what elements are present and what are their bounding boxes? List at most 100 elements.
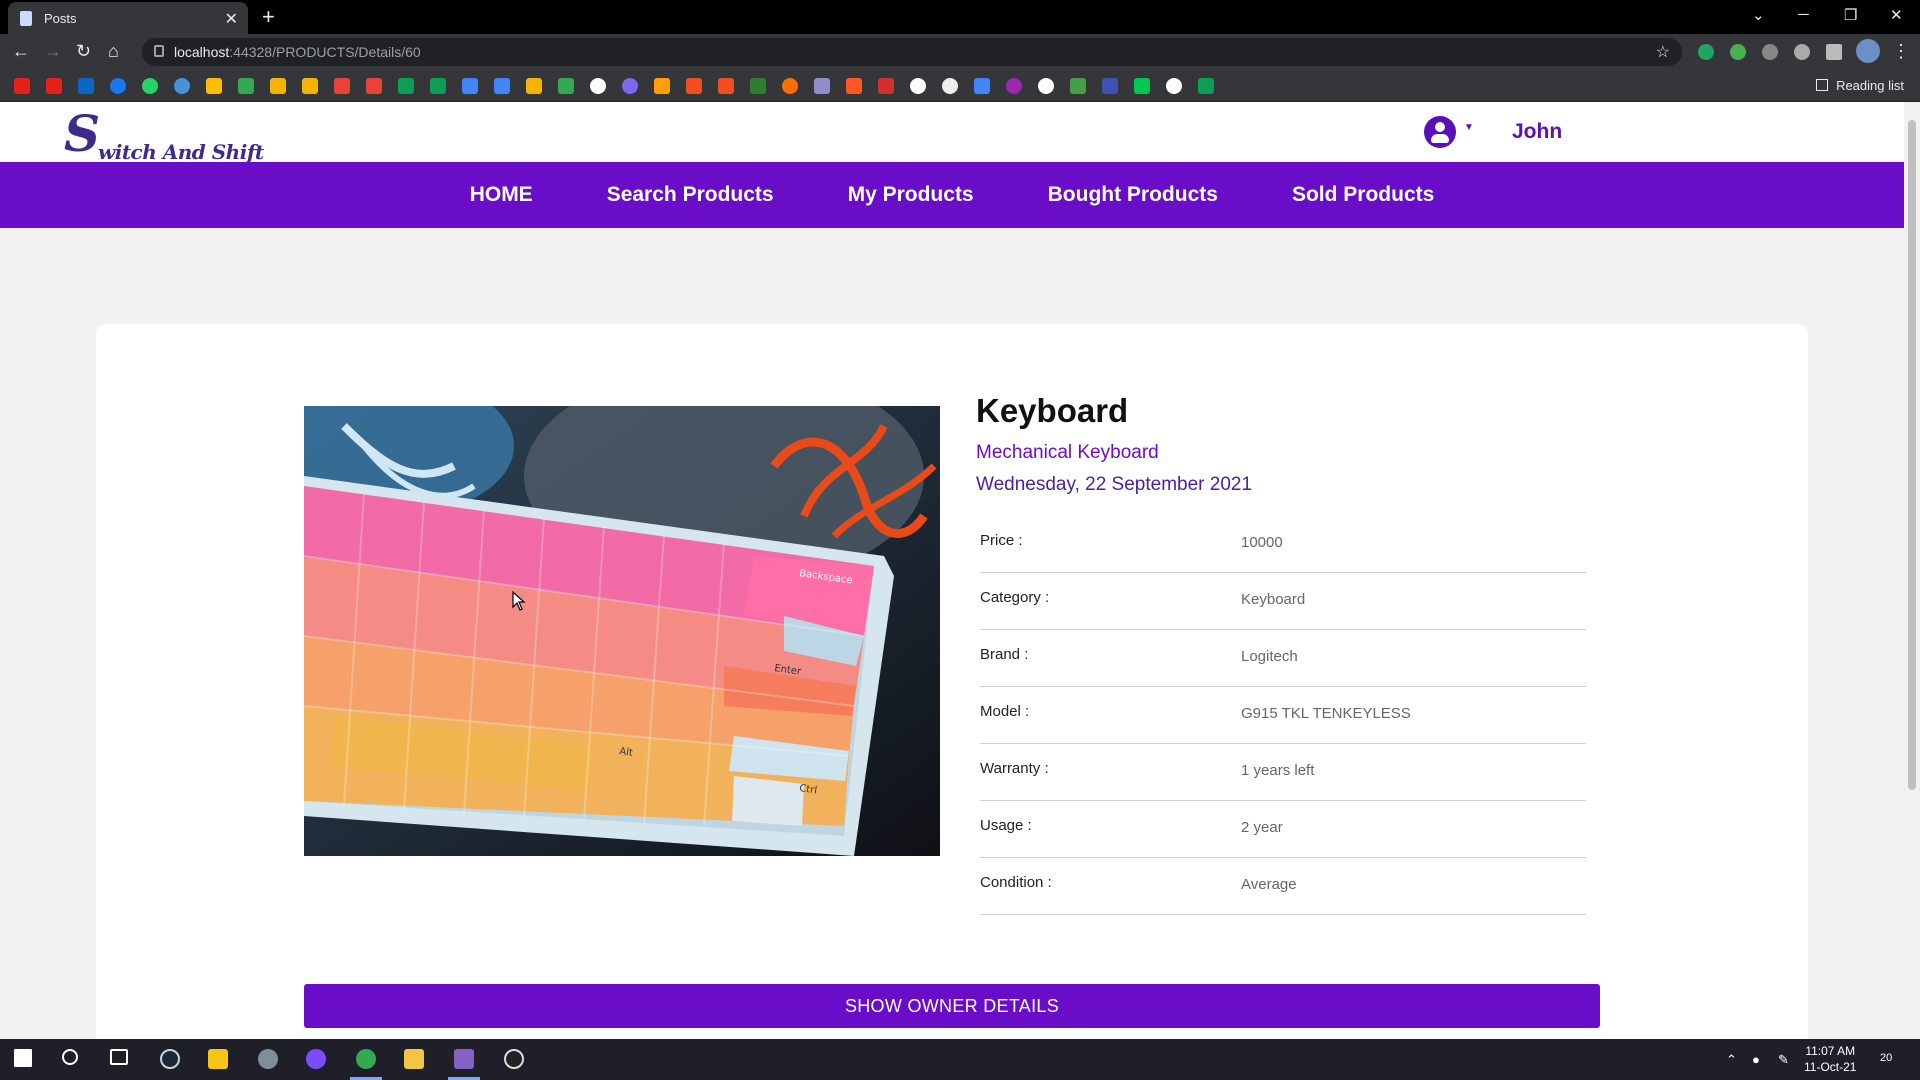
site-logo[interactable]: S witch And Shift xyxy=(64,104,264,164)
close-tab-icon[interactable]: ✕ xyxy=(225,9,238,29)
bookmark-icon[interactable] xyxy=(526,78,542,94)
youtube-bookmark-icon[interactable] xyxy=(14,78,30,94)
bookmark-icon[interactable] xyxy=(270,78,286,94)
linkedin-bookmark-icon[interactable] xyxy=(78,78,94,94)
bookmark-icon[interactable] xyxy=(1070,78,1086,94)
home-icon[interactable]: ⌂ xyxy=(108,41,119,62)
user-account-icon[interactable] xyxy=(1424,116,1456,148)
app-icon[interactable] xyxy=(258,1049,278,1069)
github-bookmark-icon[interactable] xyxy=(590,78,606,94)
reading-list[interactable]: Reading list xyxy=(1816,78,1904,93)
nav-bought-products[interactable]: Bought Products xyxy=(1011,183,1255,207)
gmail-bookmark-icon[interactable] xyxy=(366,78,382,94)
spec-label: Condition : xyxy=(980,874,1052,891)
vue-bookmark-icon[interactable] xyxy=(1134,78,1150,94)
extension-icon[interactable] xyxy=(1730,44,1746,60)
file-explorer-icon[interactable] xyxy=(404,1049,424,1069)
bookmark-icon[interactable] xyxy=(750,78,766,94)
tab-title: Posts xyxy=(44,11,77,26)
profile-avatar[interactable] xyxy=(1856,39,1880,63)
restore-icon[interactable]: ❐ xyxy=(1844,6,1857,24)
tab-search-icon[interactable]: ⌄ xyxy=(1752,6,1765,24)
bookmark-icon[interactable] xyxy=(910,78,926,94)
gmail-bookmark-icon[interactable] xyxy=(334,78,350,94)
bookmark-star-icon[interactable]: ☆ xyxy=(1656,42,1670,62)
tray-overflow-icon[interactable]: ⌃ xyxy=(1726,1052,1737,1068)
extension-icon[interactable] xyxy=(1794,44,1810,60)
spec-value: Logitech xyxy=(1241,648,1298,665)
microphone-icon[interactable]: ● xyxy=(1752,1052,1760,1067)
bookmark-icon[interactable] xyxy=(814,78,830,94)
nav-search-products[interactable]: Search Products xyxy=(570,183,811,207)
forward-icon[interactable]: → xyxy=(44,41,62,62)
product-card: Backspace Enter Alt Ctrl Keyboard Mechan… xyxy=(96,324,1808,1039)
github-bookmark-icon[interactable] xyxy=(1166,78,1182,94)
minimize-icon[interactable]: ─ xyxy=(1798,6,1809,23)
main-nav: HOME Search Products My Products Bought … xyxy=(0,162,1904,228)
bookmark-icon[interactable] xyxy=(942,78,958,94)
browser-tab[interactable]: Posts ✕ xyxy=(8,2,248,34)
pen-icon[interactable]: ✎ xyxy=(1778,1052,1789,1068)
reload-icon[interactable]: ↻ xyxy=(76,41,91,62)
grammarly-extension-icon[interactable] xyxy=(1698,44,1714,60)
steam-icon[interactable] xyxy=(160,1049,180,1069)
figma-bookmark-icon[interactable] xyxy=(686,78,702,94)
spec-label: Model : xyxy=(980,703,1030,720)
nav-home[interactable]: HOME xyxy=(433,183,570,207)
drive-bookmark-icon[interactable] xyxy=(238,78,254,94)
spec-row-price: Price : 10000 xyxy=(980,516,1586,573)
bookmark-icon[interactable] xyxy=(782,78,798,94)
chrome-icon[interactable] xyxy=(356,1049,376,1069)
bookmark-icon[interactable] xyxy=(174,78,190,94)
bookmark-icon[interactable] xyxy=(622,78,638,94)
sheets-bookmark-icon[interactable] xyxy=(398,78,414,94)
whatsapp-bookmark-icon[interactable] xyxy=(142,78,158,94)
visual-studio-icon[interactable] xyxy=(454,1049,474,1069)
obs-icon[interactable] xyxy=(504,1049,524,1069)
spec-row-brand: Brand : Logitech xyxy=(980,630,1586,687)
maps-bookmark-icon[interactable] xyxy=(558,78,574,94)
extension-icon[interactable] xyxy=(1762,44,1778,60)
page-favicon-icon xyxy=(20,11,32,26)
nav-sold-products[interactable]: Sold Products xyxy=(1255,183,1471,207)
facebook-bookmark-icon[interactable] xyxy=(110,78,126,94)
username[interactable]: John xyxy=(1512,120,1562,144)
browser-menu-icon[interactable]: ⋮ xyxy=(1892,41,1910,62)
window-close-icon[interactable]: ✕ xyxy=(1890,6,1903,24)
bookmark-icon[interactable] xyxy=(1102,78,1118,94)
notifications-icon[interactable]: 20 xyxy=(1880,1052,1892,1064)
bookmark-icon[interactable] xyxy=(846,78,862,94)
messenger-icon[interactable] xyxy=(306,1049,326,1069)
docs-bookmark-icon[interactable] xyxy=(494,78,510,94)
scrollbar-thumb[interactable] xyxy=(1908,120,1916,790)
sheets-bookmark-icon[interactable] xyxy=(1198,78,1214,94)
docs-bookmark-icon[interactable] xyxy=(462,78,478,94)
system-clock[interactable]: 11:07 AM 11-Oct-21 xyxy=(1804,1043,1856,1075)
chevron-down-icon[interactable]: ▼ xyxy=(1464,122,1474,133)
bookmark-icon[interactable] xyxy=(302,78,318,94)
bookmark-icon[interactable] xyxy=(974,78,990,94)
youtube-bookmark-icon[interactable] xyxy=(46,78,62,94)
search-icon[interactable] xyxy=(62,1049,78,1065)
bookmark-icon[interactable] xyxy=(1006,78,1022,94)
windows-start-icon[interactable] xyxy=(14,1049,32,1067)
sticky-notes-icon[interactable] xyxy=(208,1049,228,1069)
firebase-bookmark-icon[interactable] xyxy=(654,78,670,94)
extensions-puzzle-icon[interactable] xyxy=(1826,44,1842,60)
bookmark-icon[interactable] xyxy=(878,78,894,94)
reading-list-icon xyxy=(1816,79,1829,91)
nav-my-products[interactable]: My Products xyxy=(811,183,1011,207)
figma-bookmark-icon[interactable] xyxy=(718,78,734,94)
spec-value: Keyboard xyxy=(1241,591,1306,608)
new-tab-icon[interactable]: + xyxy=(262,4,275,30)
sheets-bookmark-icon[interactable] xyxy=(430,78,446,94)
task-view-icon[interactable] xyxy=(110,1049,128,1065)
bookmark-icon[interactable] xyxy=(1038,78,1054,94)
drive-bookmark-icon[interactable] xyxy=(206,78,222,94)
page-scrollbar[interactable] xyxy=(1904,102,1920,1039)
spec-row-warranty: Warranty : 1 years left xyxy=(980,744,1586,801)
address-bar[interactable]: localhost:44328/PRODUCTS/Details/60 ☆ xyxy=(142,38,1682,66)
back-icon[interactable]: ← xyxy=(12,41,30,62)
show-owner-details-button[interactable]: SHOW OWNER DETAILS xyxy=(304,984,1600,1028)
spec-value: 1 years left xyxy=(1241,762,1315,779)
